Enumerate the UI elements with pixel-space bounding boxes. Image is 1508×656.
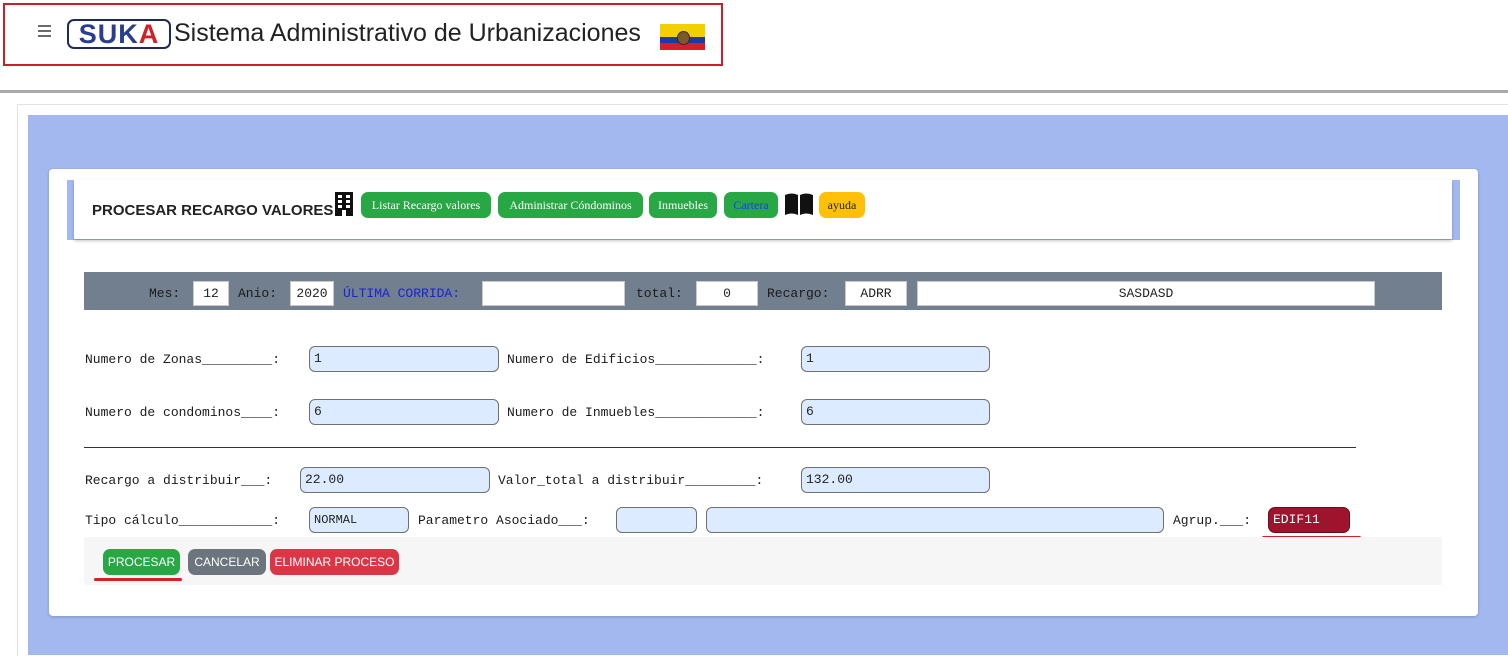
valor-total-label: Valor_total a distribuir_________: [498, 473, 764, 488]
inmuebles-label: Numero de Inmuebles_____________: [507, 405, 765, 420]
ecuador-flag-icon [660, 24, 705, 50]
building-icon [335, 192, 353, 216]
anio-field[interactable]: 2020 [290, 281, 334, 306]
app-title: Sistema Administrativo de Urbanizaciones [174, 19, 641, 47]
valor-total-field[interactable]: 132.00 [801, 467, 990, 493]
agrup-field[interactable]: EDIF11 [1268, 507, 1350, 533]
inmuebles-field[interactable]: 6 [801, 399, 990, 425]
help-button[interactable]: ayuda [819, 192, 865, 218]
cartera-button[interactable]: Cartera [724, 192, 778, 218]
ultima-corrida-label: ÚLTIMA CORRIDA: [343, 286, 461, 301]
recargo-name-field[interactable]: SASDASD [917, 281, 1375, 306]
page-title: PROCESAR RECARGO VALORES [92, 202, 334, 219]
mes-field[interactable]: 12 [193, 281, 229, 306]
logo-text-main: SUK [78, 19, 139, 49]
parametro-desc-field[interactable] [706, 507, 1164, 533]
recargo-label: Recargo: [767, 286, 830, 301]
total-field[interactable]: 0 [696, 281, 758, 306]
procesar-highlight-underline [94, 578, 182, 581]
zonas-field[interactable]: 1 [309, 346, 499, 372]
parametro-label: Parametro Asociado___: [418, 513, 590, 528]
listar-recargo-button[interactable]: Listar Recargo valores [361, 192, 491, 218]
total-label: total: [636, 286, 683, 301]
administrar-condominos-button[interactable]: Administrar Cóndominos [498, 192, 643, 218]
tipo-calculo-field[interactable]: NORMAL [309, 507, 409, 533]
parametro-code-field[interactable] [616, 507, 697, 533]
condominos-label: Numero de condominos____: [85, 405, 281, 420]
recargo-distribuir-field[interactable]: 22.00 [300, 467, 490, 493]
section-divider [84, 447, 1356, 448]
suka-logo: SUKA [67, 19, 171, 49]
edificios-field[interactable]: 1 [801, 346, 990, 372]
hamburger-menu-icon[interactable] [38, 25, 51, 37]
agrup-label: Agrup.___: [1173, 513, 1252, 528]
cancelar-button[interactable]: CANCELAR [188, 549, 266, 575]
inmuebles-button[interactable]: Inmuebles [649, 192, 717, 218]
procesar-button[interactable]: PROCESAR [103, 549, 180, 575]
book-icon[interactable] [784, 192, 814, 216]
tipo-calculo-label: Tipo cálculo____________: [85, 513, 281, 528]
recargo-code-field[interactable]: ADRR [845, 281, 907, 306]
recargo-distribuir-label: Recargo a distribuir___: [85, 473, 273, 488]
condominos-field[interactable]: 6 [309, 399, 499, 425]
logo-text-accent: A [138, 19, 160, 49]
header-divider [0, 90, 1508, 93]
anio-label: Anio: [238, 286, 278, 301]
edificios-label: Numero de Edificios_____________: [507, 352, 765, 367]
zonas-label: Numero de Zonas_________: [85, 352, 281, 367]
ultima-corrida-field[interactable] [482, 281, 625, 306]
mes-label: Mes: [149, 286, 181, 301]
eliminar-proceso-button[interactable]: ELIMINAR PROCESO [270, 549, 399, 575]
